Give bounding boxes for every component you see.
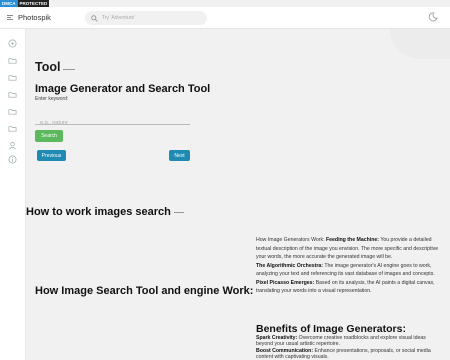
folder-icon[interactable] [8,124,17,133]
search-input[interactable] [102,15,202,21]
theme-toggle-icon[interactable] [428,12,438,22]
folder-icon[interactable] [8,107,17,116]
home-icon[interactable] [8,39,17,48]
benefit-item: Boost Communication: Enhance presentatio… [256,347,431,360]
keyword-input[interactable] [40,116,190,130]
engine-heading: How Image Search Tool and engine Work: [35,285,254,297]
dmca-label: DMCA [0,0,18,7]
benefit-item: Spark Creativity: Overcome creative road… [256,335,426,348]
explain-paragraph-1: How Image Generators Work: Feeding the M… [256,237,439,260]
search-button[interactable]: Search [35,130,63,142]
divider [63,69,75,70]
previous-button[interactable]: Previous [37,150,66,161]
explain-paragraph-3: Pixel Picasso Emerges: Based on its anal… [256,279,435,295]
protected-label: PROTECTED [17,0,50,7]
dmca-badge[interactable]: DMCA PROTECTED [0,0,50,7]
keyword-field[interactable] [35,111,190,130]
user-icon[interactable] [8,141,17,150]
generator-heading: Image Generator and Search Tool [35,83,211,95]
folder-icon[interactable] [8,56,17,65]
explain-text: How Image Generators Work: Feeding the M… [256,236,442,296]
sidebar [0,29,26,360]
keyword-label: Enter keyword: [35,96,69,102]
app-name[interactable]: Photospik [18,13,51,22]
folder-icon[interactable] [8,90,17,99]
decorative-shape [390,29,450,59]
search-box[interactable] [85,11,207,25]
tool-heading: Tool [35,60,61,74]
benefits-list: Spark Creativity: Overcome creative road… [256,335,442,360]
explain-paragraph-2: The Algorithmic Orchestra: The image gen… [256,262,435,278]
next-button[interactable]: Next [169,150,190,161]
divider [174,212,184,213]
info-icon[interactable] [8,155,17,164]
top-bar: Photospik [0,7,450,29]
menu-icon[interactable] [7,14,13,21]
search-icon [91,14,98,22]
folder-icon[interactable] [8,73,17,82]
benefits-heading: Benefits of Image Generators: [256,323,406,335]
how-heading: How to work images search [26,206,171,218]
